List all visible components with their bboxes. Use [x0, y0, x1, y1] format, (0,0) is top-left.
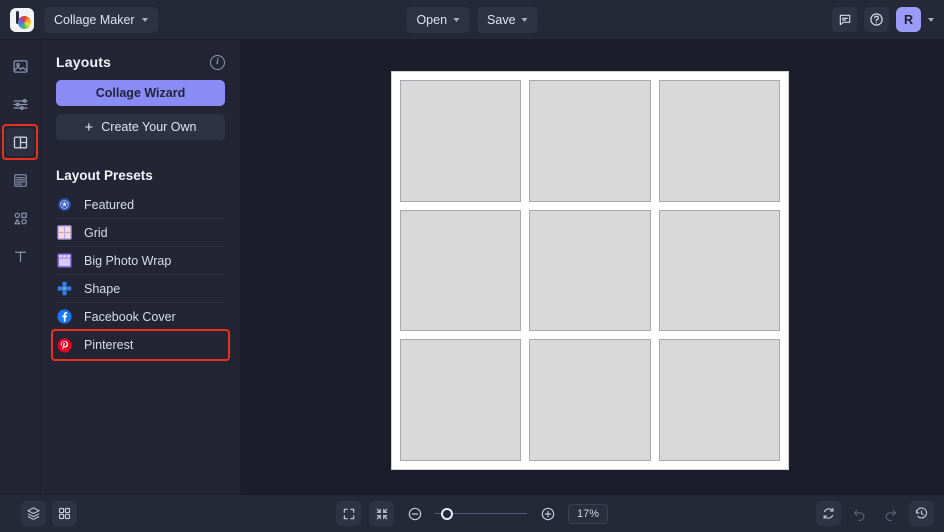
list-item-label: Featured: [84, 197, 135, 212]
chevron-down-icon: [521, 17, 528, 22]
pinterest-highlight-box: [51, 329, 230, 361]
collage-cell[interactable]: [400, 209, 522, 332]
sidebar-item-photos[interactable]: [6, 52, 34, 80]
save-button[interactable]: Save: [477, 6, 538, 33]
zoom-slider[interactable]: [435, 507, 527, 521]
canvas-area[interactable]: [241, 40, 944, 494]
chevron-down-icon: [141, 17, 148, 22]
big-photo-wrap-icon: [56, 252, 73, 269]
collage-cell[interactable]: [658, 80, 780, 202]
list-item-label: Facebook Cover: [84, 309, 176, 324]
collage-cell[interactable]: [400, 80, 522, 202]
collage-wizard-label: Collage Wizard: [95, 86, 186, 100]
reset-icon[interactable]: [816, 501, 841, 526]
layers-icon[interactable]: [21, 501, 46, 526]
list-item-label: Grid: [84, 225, 108, 240]
list-item-pinterest[interactable]: Pinterest: [51, 329, 230, 361]
list-item-grid[interactable]: Grid: [56, 219, 225, 247]
collage-cell[interactable]: [400, 339, 522, 461]
pinterest-icon: [56, 337, 73, 354]
list-item-shape[interactable]: Shape: [56, 275, 225, 303]
shape-cross-icon: [56, 280, 73, 297]
layout-presets-list: Featured Grid Big Photo Wrap Shape Faceb…: [41, 191, 240, 361]
list-item-label: Shape: [84, 281, 121, 296]
list-item-label: Big Photo Wrap: [84, 253, 172, 268]
document-title-dropdown[interactable]: Collage Maker: [44, 6, 158, 33]
avatar[interactable]: R: [896, 7, 921, 32]
chevron-down-icon: [453, 17, 460, 22]
grid-icon: [56, 224, 73, 241]
create-your-own-label: Create Your Own: [101, 120, 197, 134]
app-footer: 17%: [0, 494, 944, 532]
list-item-featured[interactable]: Featured: [56, 191, 225, 219]
zoom-slider-handle[interactable]: [441, 507, 453, 520]
redo-icon[interactable]: [878, 501, 903, 526]
panel-header: Layouts i: [41, 54, 240, 80]
open-button[interactable]: Open: [406, 6, 470, 33]
app-header: Collage Maker Open Save R: [0, 0, 944, 40]
app-body: Layouts i Collage Wizard + Create Your O…: [0, 40, 944, 494]
zoom-level-value[interactable]: 17%: [568, 503, 608, 524]
collage-wizard-button[interactable]: Collage Wizard: [56, 80, 225, 106]
minus-circle-icon[interactable]: [402, 501, 427, 526]
layout-presets-title: Layout Presets: [56, 168, 153, 183]
page-title: Layouts: [56, 54, 112, 70]
footer-right-actions: [816, 501, 934, 526]
create-your-own-button[interactable]: + Create Your Own: [56, 114, 225, 140]
sidebar-item-text[interactable]: [6, 242, 34, 270]
list-item-big-photo-wrap[interactable]: Big Photo Wrap: [56, 247, 225, 275]
plus-circle-icon[interactable]: [535, 501, 560, 526]
list-item-facebook-cover[interactable]: Facebook Cover: [56, 303, 225, 331]
footer-left-actions: [21, 501, 221, 526]
zoom-controls: 17%: [336, 501, 608, 526]
tool-rail: [0, 40, 41, 494]
help-circle-icon[interactable]: [864, 7, 889, 32]
sidebar-item-templates[interactable]: [6, 166, 34, 194]
document-title-label: Collage Maker: [54, 12, 135, 27]
facebook-icon: [56, 308, 73, 325]
header-right-actions: R: [832, 7, 934, 32]
bazaart-logo-icon[interactable]: [10, 7, 34, 32]
collage-board[interactable]: [391, 71, 789, 470]
open-button-label: Open: [416, 12, 448, 27]
collage-cell[interactable]: [658, 339, 780, 461]
plus-icon: +: [84, 118, 94, 136]
header-center-actions: Open Save: [406, 6, 538, 33]
app-root: Collage Maker Open Save R Layouts i Coll…: [0, 0, 944, 532]
collapse-icon[interactable]: [369, 501, 394, 526]
sidebar-item-adjust[interactable]: [6, 90, 34, 118]
collage-cell[interactable]: [529, 339, 651, 461]
save-button-label: Save: [487, 12, 516, 27]
comment-icon[interactable]: [832, 7, 857, 32]
grid-view-icon[interactable]: [52, 501, 77, 526]
layouts-panel: Layouts i Collage Wizard + Create Your O…: [41, 40, 241, 494]
undo-icon[interactable]: [847, 501, 872, 526]
expand-icon[interactable]: [336, 501, 361, 526]
collage-cell[interactable]: [658, 209, 780, 332]
featured-badge-icon: [56, 196, 73, 213]
sidebar-item-elements[interactable]: [6, 204, 34, 232]
sidebar-item-layouts[interactable]: [2, 124, 38, 160]
collage-cell[interactable]: [529, 80, 651, 202]
logo-ring: [18, 15, 31, 29]
collage-cell[interactable]: [529, 209, 651, 332]
list-item-label: Pinterest: [84, 338, 134, 352]
chevron-down-icon[interactable]: [928, 17, 934, 22]
history-icon[interactable]: [909, 501, 934, 526]
info-circle-icon[interactable]: i: [210, 54, 225, 70]
